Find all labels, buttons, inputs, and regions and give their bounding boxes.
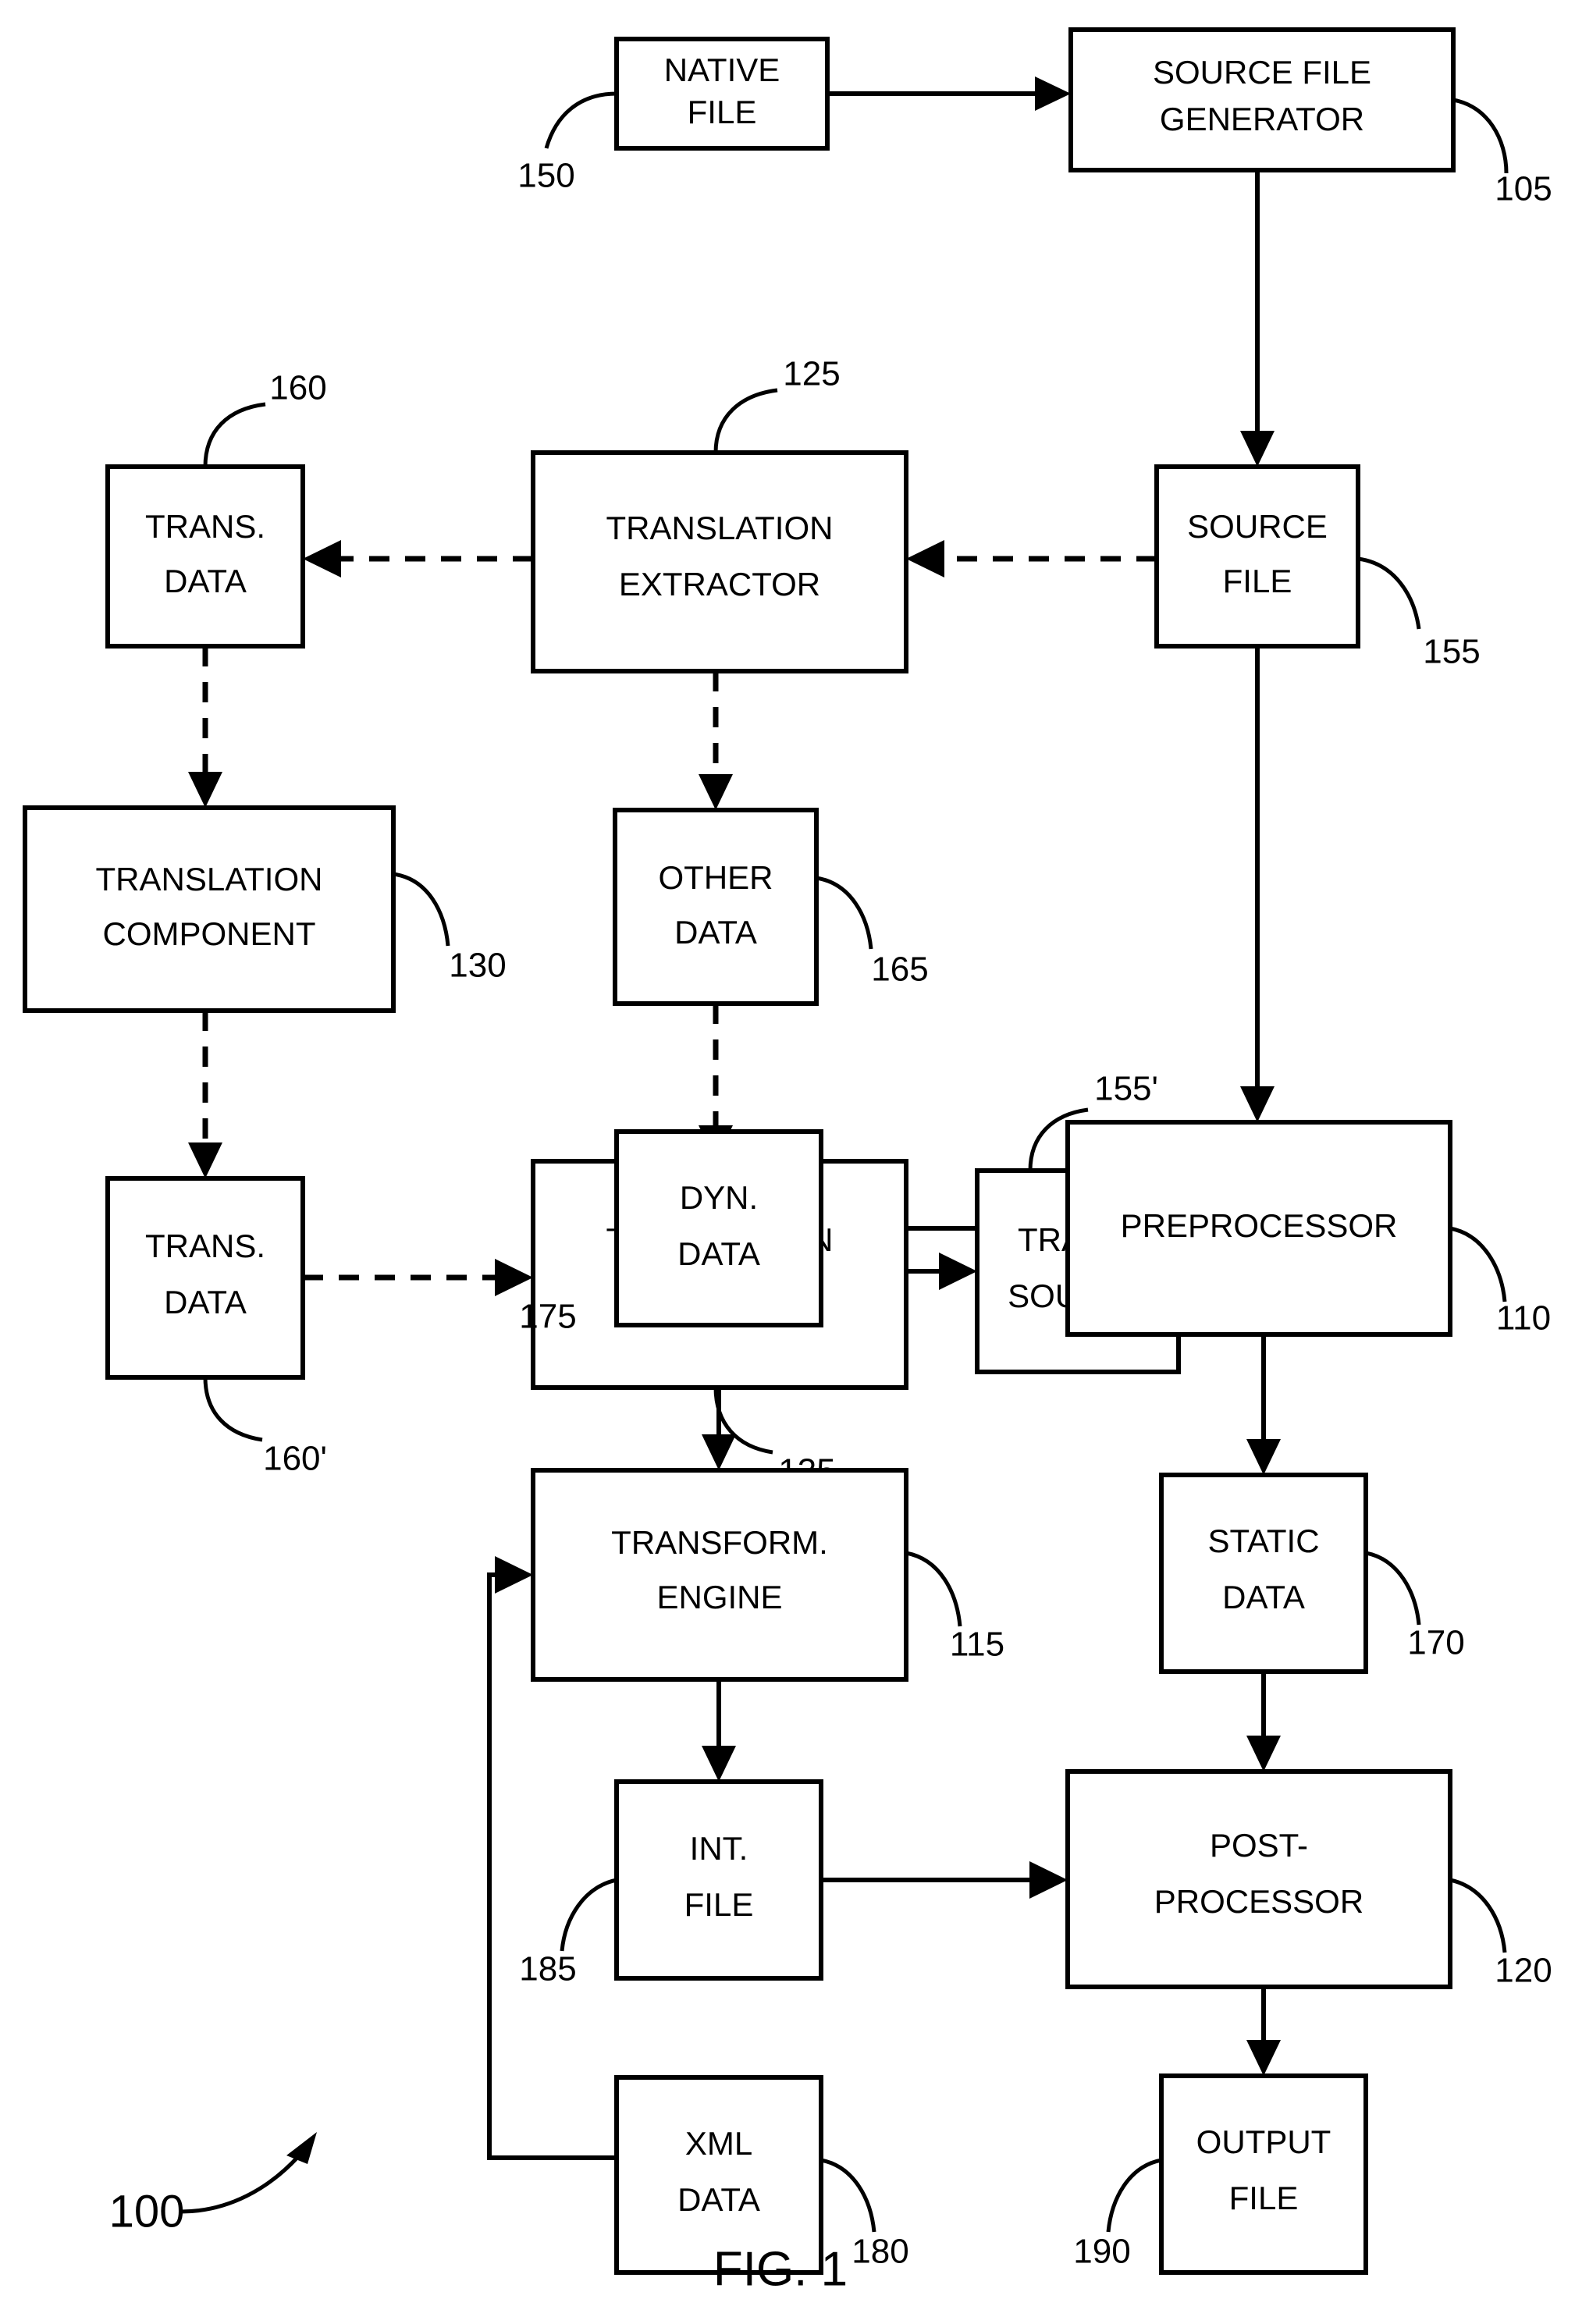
- node-output-file-line-2: FILE: [1229, 2180, 1299, 2216]
- ref-number-190: 190: [1073, 2233, 1130, 2271]
- edge-int-file-to-post-processor: [821, 1861, 1068, 1899]
- ref-number-160-prime: 160': [263, 1440, 327, 1478]
- ref-number-110: 110: [1496, 1299, 1551, 1338]
- node-output-file-line-1: OUTPUT: [1196, 2123, 1331, 2160]
- edge-translation-merger-to-trans-source: [906, 1253, 977, 1290]
- node-preprocessor-line-1: PREPROCESSOR: [1121, 1207, 1398, 1244]
- edge-trans-data2-to-translation-merger: [303, 1259, 533, 1296]
- node-source-file-generator[interactable]: SOURCE FILE GENERATOR: [1068, 27, 1456, 172]
- edge-native-file-to-source-file-generator: [827, 76, 1071, 111]
- node-source-file-generator-line-1: SOURCE FILE: [1153, 54, 1371, 91]
- node-source-file-line-1: SOURCE: [1187, 508, 1328, 545]
- patent-figure-1: NATIVE FILE 150 SOURCE FILE GENERATOR 10…: [0, 0, 1575, 2324]
- edge-translation-component-to-trans-data2: [188, 1011, 222, 1178]
- edge-transform-engine-to-int-file: [702, 1679, 736, 1782]
- ref-number-150: 150: [517, 157, 574, 195]
- node-other-data-line-2: DATA: [674, 914, 757, 951]
- node-int-file[interactable]: INT. FILE: [614, 1779, 823, 1981]
- node-dyn-data-line-2: DATA: [677, 1235, 760, 1272]
- node-trans-data-160-prime-line-1: TRANS.: [145, 1228, 265, 1264]
- node-static-data-line-1: STATIC: [1207, 1523, 1319, 1559]
- ref-number-115: 115: [950, 1626, 1004, 1664]
- node-dyn-data-line-1: DYN.: [680, 1179, 758, 1216]
- node-other-data[interactable]: OTHER DATA: [613, 808, 819, 1006]
- node-transform-engine[interactable]: TRANSFORM. ENGINE: [531, 1468, 908, 1682]
- node-preprocessor[interactable]: PREPROCESSOR: [1065, 1120, 1452, 1337]
- node-other-data-line-1: OTHER: [659, 859, 773, 896]
- node-post-processor[interactable]: POST- PROCESSOR: [1065, 1769, 1452, 1989]
- edge-post-processor-to-output-file: [1246, 1987, 1281, 2076]
- node-output-file[interactable]: OUTPUT FILE: [1159, 2073, 1368, 2275]
- edge-source-file-generator-to-source-file: [1240, 170, 1275, 467]
- node-int-file-line-1: INT.: [690, 1830, 748, 1867]
- node-source-file-generator-line-2: GENERATOR: [1160, 101, 1364, 137]
- node-trans-data-160[interactable]: TRANS. DATA: [105, 464, 305, 649]
- edge-static-data-to-post-processor: [1246, 1672, 1281, 1771]
- node-native-file[interactable]: NATIVE FILE: [614, 37, 830, 151]
- node-native-file-line-2: FILE: [688, 94, 757, 130]
- node-translation-extractor-line-2: EXTRACTOR: [619, 566, 820, 602]
- edge-translation-extractor-to-trans-data: [303, 540, 533, 577]
- node-native-file-line-1: NATIVE: [664, 52, 780, 88]
- node-translation-component-line-1: TRANSLATION: [96, 861, 323, 897]
- figure-caption: FIG. 1: [713, 2242, 848, 2296]
- node-static-data[interactable]: STATIC DATA: [1159, 1473, 1368, 1674]
- ref-number-170: 170: [1407, 1624, 1464, 1662]
- edge-preprocessor-to-static-data: [1246, 1334, 1281, 1475]
- ref-number-155-prime: 155': [1094, 1070, 1158, 1108]
- node-post-processor-line-2: PROCESSOR: [1154, 1883, 1363, 1920]
- ref-number-175: 175: [519, 1298, 576, 1336]
- node-xml-data-line-1: XML: [685, 2125, 752, 2162]
- edge-trans-data-to-translation-component: [188, 646, 222, 808]
- edge-translation-extractor-to-other-data: [699, 671, 733, 810]
- node-transform-engine-line-1: TRANSFORM.: [611, 1524, 828, 1561]
- node-post-processor-line-1: POST-: [1210, 1827, 1308, 1864]
- node-source-file-line-2: FILE: [1223, 563, 1292, 599]
- ref-number-120: 120: [1495, 1952, 1552, 1990]
- ref-number-180: 180: [851, 2233, 908, 2271]
- node-trans-data-160-line-2: DATA: [164, 563, 247, 599]
- node-layer: NATIVE FILE 150 SOURCE FILE GENERATOR 10…: [23, 27, 1552, 2275]
- node-trans-data-160-prime[interactable]: TRANS. DATA: [105, 1176, 305, 1380]
- node-trans-data-160-prime-line-2: DATA: [164, 1284, 247, 1320]
- edge-source-file-to-translation-extractor: [906, 540, 1157, 577]
- node-translation-component-line-2: COMPONENT: [103, 915, 316, 952]
- system-reference-number: 100: [109, 2186, 185, 2237]
- edge-source-file-to-preprocessor: [1240, 646, 1275, 1122]
- node-static-data-line-2: DATA: [1222, 1579, 1305, 1615]
- flowchart-canvas: NATIVE FILE 150 SOURCE FILE GENERATOR 10…: [23, 27, 1552, 2296]
- node-translation-component[interactable]: TRANSLATION COMPONENT: [23, 805, 396, 1013]
- ref-number-125: 125: [783, 355, 840, 393]
- ref-number-160: 160: [269, 369, 326, 407]
- node-translation-extractor[interactable]: TRANSLATION EXTRACTOR: [531, 450, 908, 673]
- node-int-file-line-2: FILE: [684, 1886, 754, 1923]
- ref-number-130: 130: [449, 947, 506, 985]
- ref-number-155: 155: [1423, 633, 1480, 671]
- node-trans-data-160-line-1: TRANS.: [145, 508, 265, 545]
- ref-number-185: 185: [519, 1950, 576, 1988]
- node-dyn-data[interactable]: DYN. DATA: [614, 1129, 823, 1327]
- node-xml-data-line-2: DATA: [677, 2181, 760, 2218]
- ref-number-105: 105: [1495, 170, 1552, 208]
- node-source-file[interactable]: SOURCE FILE: [1154, 464, 1360, 649]
- ref-number-165: 165: [871, 951, 928, 989]
- node-transform-engine-line-2: ENGINE: [656, 1579, 782, 1615]
- node-translation-extractor-line-1: TRANSLATION: [606, 510, 834, 546]
